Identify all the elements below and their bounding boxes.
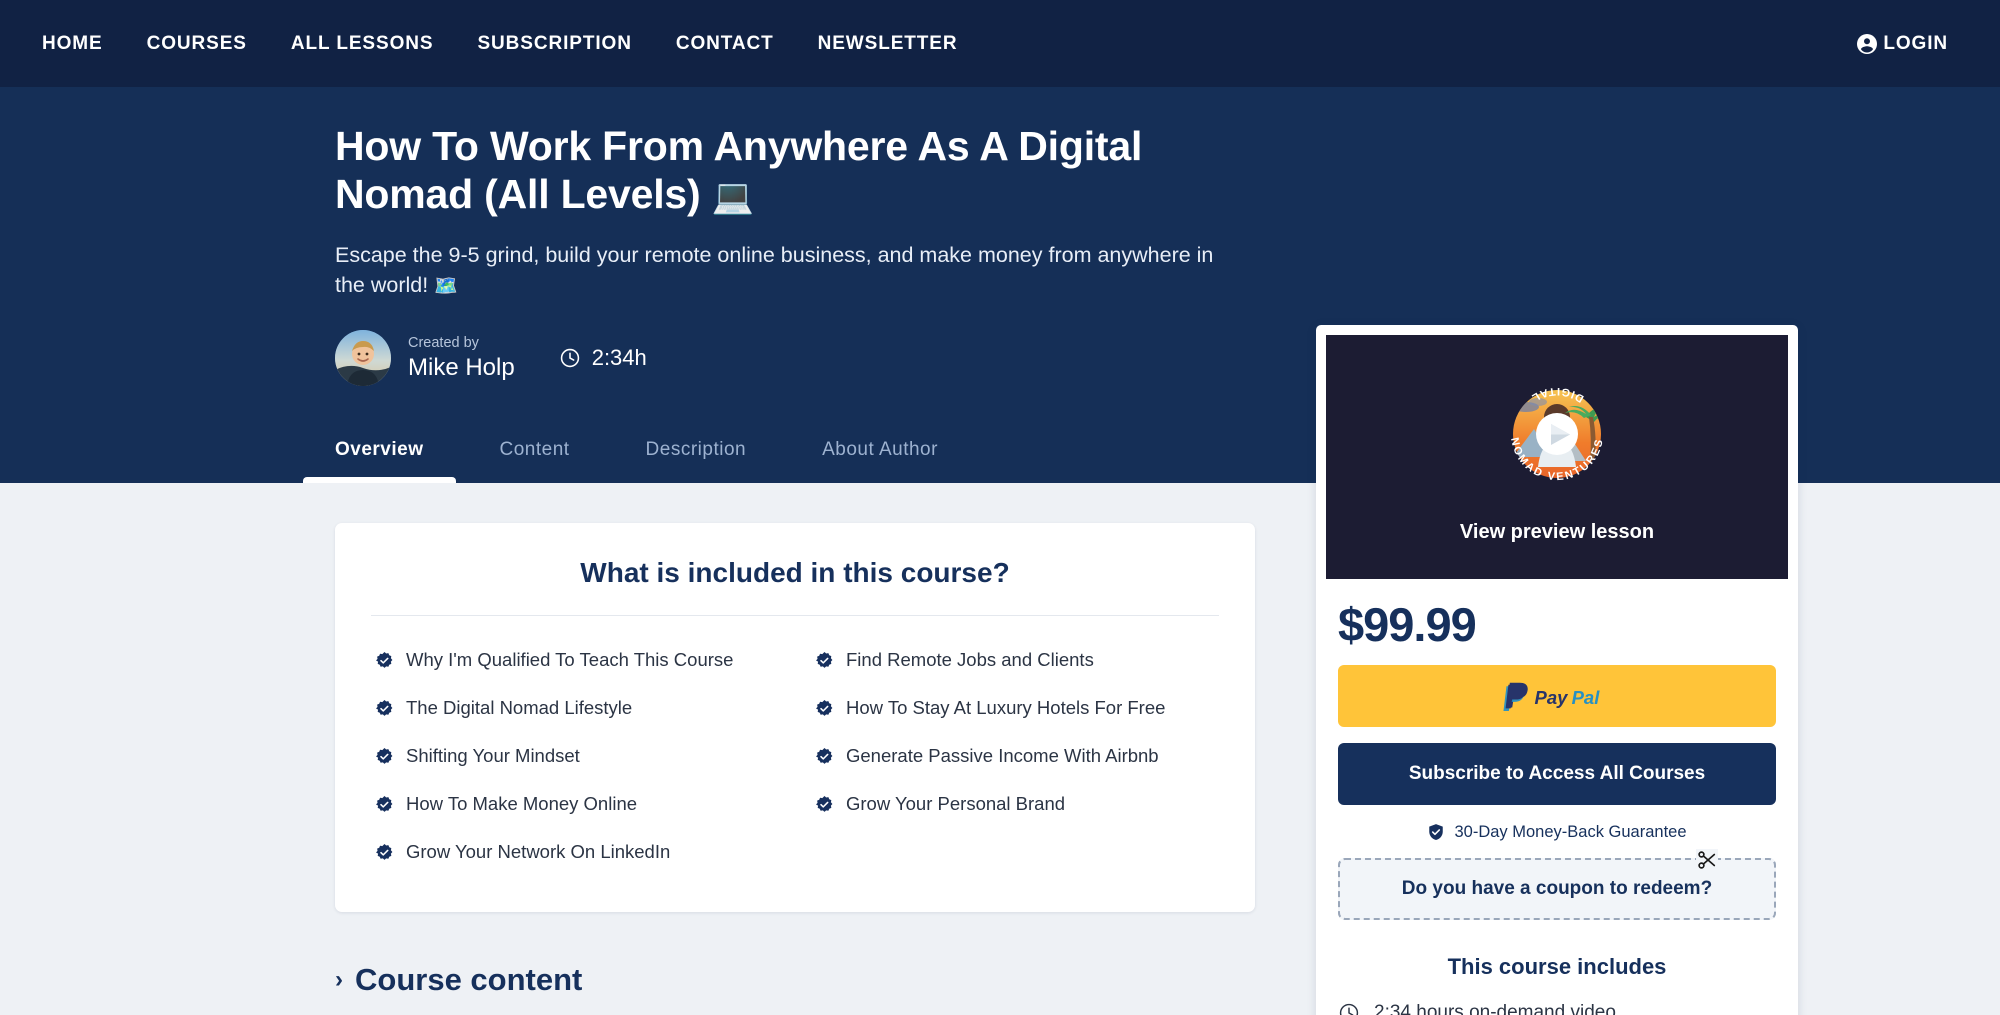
list-item-label: Find Remote Jobs and Clients [846,649,1094,670]
paypal-logo-icon: Pay Pal [1501,681,1614,711]
svg-text:Pal: Pal [1571,687,1600,708]
course-content-toggle[interactable]: › Course content [335,962,1255,998]
course-subtitle-text: Escape the 9-5 grind, build your remote … [335,242,1214,297]
clock-icon [1338,1002,1360,1015]
created-by-label: Created by [408,335,479,352]
list-item: Find Remote Jobs and Clients [815,638,1215,686]
list-item-label: How To Make Money Online [406,793,638,814]
purchase-body: $99.99 Pay Pal Subscribe to Access All C… [1316,583,1798,1015]
scissors-icon [1696,848,1718,871]
list-item: The Digital Nomad Lifestyle [375,686,775,734]
list-item-label: The Digital Nomad Lifestyle [406,697,633,718]
nav-link-subscription[interactable]: SUBSCRIPTION [455,33,653,55]
badge-check-icon [815,696,834,723]
course-logo-icon: NOMAD VENTURES DIGITAL [1494,371,1620,497]
hero-inner: How To Work From Anywhere As A Digital N… [335,123,1275,387]
login-label: LOGIN [1883,32,1948,54]
clock-icon [559,347,581,369]
list-item: Grow Your Network On LinkedIn [375,830,775,878]
course-duration-label: 2:34h [591,345,647,371]
chevron-right-icon: › [335,966,343,993]
badge-check-icon [815,648,834,675]
nav-link-home[interactable]: HOME [42,33,125,55]
tab-overview[interactable]: Overview [303,439,455,483]
badge-check-icon [375,744,394,771]
list-item-label: Shifting Your Mindset [406,745,580,766]
list-item-label: Generate Passive Income With Airbnb [846,745,1159,766]
list-item: Grow Your Personal Brand [815,782,1215,830]
included-grid: Why I'm Qualified To Teach This Course T… [375,638,1215,878]
coupon-button[interactable]: Do you have a coupon to redeem? [1338,848,1776,920]
preview-lesson-label: View preview lesson [1459,520,1655,543]
list-item-label: Why I'm Qualified To Teach This Course [406,649,734,670]
login-button[interactable]: LOGIN [1855,32,1958,56]
laptop-emoji-icon: 💻 [711,177,754,216]
page-title: How To Work From Anywhere As A Digital N… [335,123,1275,219]
badge-check-icon [375,696,394,723]
money-back-guarantee-label: 30-Day Money-Back Guarantee [1454,822,1687,841]
badge-check-icon [815,792,834,819]
nav-link-contact[interactable]: CONTACT [654,33,796,55]
paypal-button[interactable]: Pay Pal [1338,664,1776,727]
nav-link-courses[interactable]: COURSES [125,33,269,55]
author-name[interactable]: Mike Holp [408,354,515,382]
preview-lesson-player[interactable]: NOMAD VENTURES DIGITAL View preview less… [1322,331,1792,583]
list-item: Shifting Your Mindset [375,734,775,782]
course-tabs: Overview Content Description About Autho… [303,439,1014,483]
list-item-label: Grow Your Network On LinkedIn [406,841,671,862]
list-item: How To Make Money Online [375,782,775,830]
main-content: What is included in this course? Why I'm… [0,325,2000,1015]
badge-check-icon [375,792,394,819]
author-meta: Created by Mike Holp [408,335,515,381]
included-card-title: What is included in this course? [580,557,1010,588]
avatar[interactable] [335,330,391,387]
course-duration: 2:34h [559,345,647,371]
account-circle-icon [1855,32,1879,56]
list-item: Generate Passive Income With Airbnb [815,734,1215,782]
shield-check-icon [1427,823,1445,841]
badge-check-icon [375,648,394,675]
tab-description[interactable]: Description [646,439,747,483]
badge-check-icon [815,744,834,771]
nav-link-newsletter[interactable]: NEWSLETTER [796,33,980,55]
course-content-heading: Course content [355,962,583,997]
svg-text:Pay: Pay [1534,687,1569,708]
course-includes-title: This course includes [1447,953,1667,979]
course-includes-item: 2:34 hours on-demand video [1338,1002,1776,1015]
badge-check-icon [375,840,394,867]
tab-content[interactable]: Content [500,439,570,483]
map-emoji-icon: 🗺️ [434,275,458,297]
top-navbar: HOME COURSES ALL LESSONS SUBSCRIPTION CO… [0,0,2000,87]
list-item: How To Stay At Luxury Hotels For Free [815,686,1215,734]
tab-about-author[interactable]: About Author [822,439,938,483]
left-column: What is included in this course? Why I'm… [335,523,1255,1015]
course-includes-item-label: 2:34 hours on-demand video [1374,1001,1616,1015]
included-card: What is included in this course? Why I'm… [335,523,1255,912]
nav-links: HOME COURSES ALL LESSONS SUBSCRIPTION CO… [42,33,979,55]
list-item-label: How To Stay At Luxury Hotels For Free [846,697,1166,718]
author-row: Created by Mike Holp 2:34h [335,330,1275,387]
course-price: $99.99 [1338,598,1477,651]
list-item: Why I'm Qualified To Teach This Course [375,638,775,686]
divider [371,615,1219,616]
nav-link-all-lessons[interactable]: ALL LESSONS [269,33,456,55]
subscribe-button[interactable]: Subscribe to Access All Courses [1338,742,1776,805]
list-item-label: Grow Your Personal Brand [846,793,1066,814]
purchase-card: NOMAD VENTURES DIGITAL View preview less… [1316,325,1798,1015]
money-back-guarantee: 30-Day Money-Back Guarantee [1338,823,1776,842]
course-subtitle: Escape the 9-5 grind, build your remote … [335,241,1215,300]
coupon-label: Do you have a coupon to redeem? [1401,877,1713,899]
